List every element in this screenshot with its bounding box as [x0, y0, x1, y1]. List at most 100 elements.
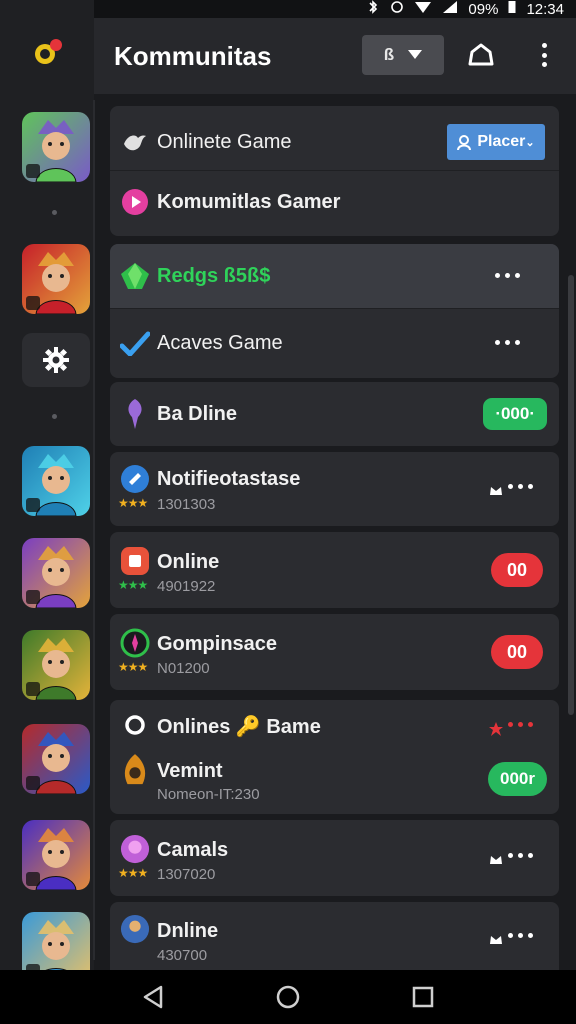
channel-label: Onlinete Game	[157, 130, 292, 153]
controller-icon	[120, 546, 150, 576]
game-avatar-7[interactable]	[22, 820, 90, 890]
notification-count-badge: 00	[491, 553, 543, 587]
channel-row-card[interactable]: Notifieotastase ★★★ 1301303	[110, 452, 559, 526]
crown-icon	[490, 487, 502, 495]
alarm-icon	[390, 0, 404, 18]
game-avatar-4[interactable]	[22, 538, 90, 608]
recents-button[interactable]	[408, 982, 438, 1012]
channel-row-card[interactable]: Dnline 430700	[110, 902, 559, 978]
star-icon	[489, 722, 503, 736]
signal-icon	[442, 0, 458, 18]
game-avatar-2[interactable]	[22, 244, 90, 314]
channel-row-card[interactable]: Camals ★★★ 1307020	[110, 820, 559, 896]
gear-icon	[43, 347, 69, 373]
game-avatar-3[interactable]	[22, 446, 90, 516]
channel-subtext: 4901922	[157, 578, 216, 595]
gem-icon	[120, 261, 150, 291]
rail-separator	[52, 414, 57, 419]
system-nav-bar	[0, 970, 576, 1024]
game-avatar-1[interactable]	[22, 112, 90, 182]
channel-row-online-game-2[interactable]: Onlines 🔑 Bame	[110, 700, 559, 750]
divider	[110, 170, 559, 171]
channel-row-community-gamer[interactable]: Komumitlas Gamer	[110, 172, 559, 232]
avatar-icon	[120, 914, 150, 944]
home-icon	[468, 43, 494, 66]
channel-label: Vemint	[157, 760, 223, 782]
channel-row-card[interactable]: Online ★★★ 4901922 00	[110, 532, 559, 608]
recents-square-icon	[412, 986, 434, 1008]
game-avatar-icon	[22, 630, 90, 700]
channel-row-achieves-game[interactable]: Acaves Game	[110, 310, 559, 376]
scrollbar[interactable]	[568, 275, 574, 715]
more-options-button[interactable]	[495, 273, 529, 279]
more-options-button[interactable]	[489, 853, 545, 864]
bubble-icon	[120, 834, 150, 864]
settings-button[interactable]	[22, 333, 90, 387]
more-options-button[interactable]	[495, 340, 529, 346]
channel-label: Komumitlas Gamer	[157, 190, 341, 213]
channel-subtext: 430700	[157, 947, 208, 964]
status-badge: ·000·	[483, 398, 547, 430]
bird-icon	[120, 127, 150, 157]
channel-label: Notifieotastase	[157, 468, 301, 490]
channel-row-card[interactable]: Gompinsace ★★★ N01200 00	[110, 614, 559, 690]
crown-icon	[490, 856, 502, 864]
home-button[interactable]	[466, 40, 496, 70]
divider	[110, 308, 559, 309]
compass-icon	[120, 628, 150, 658]
game-avatar-icon	[22, 244, 90, 314]
flame-helmet-icon	[120, 754, 150, 786]
overflow-menu-button[interactable]	[534, 40, 554, 70]
app-logo[interactable]	[32, 36, 64, 68]
channel-row-vemint[interactable]: Vemint Nomeon-IT:230 000r	[110, 750, 559, 812]
wifi-icon	[414, 0, 432, 18]
channel-label: Redgs ß5ß$	[157, 264, 271, 287]
more-options-button[interactable]	[489, 933, 545, 944]
channel-group-card: Onlines 🔑 Bame Vemint Nomeon-IT:230 000r	[110, 700, 559, 814]
player-button[interactable]: Placer ⌄	[447, 124, 545, 160]
channel-group-card: Onlinete Game Placer ⌄ Komumitlas Gamer	[110, 106, 559, 236]
back-triangle-icon	[143, 985, 163, 1009]
page-title: Kommunitas	[114, 40, 272, 71]
rating-stars: ★★★	[118, 866, 148, 880]
more-options-button[interactable]	[489, 484, 545, 495]
channel-label: Ba Dline	[157, 402, 238, 425]
rating-stars: ★★★	[118, 660, 148, 674]
notification-icon	[120, 464, 150, 494]
battery-percent: 09%	[468, 0, 499, 18]
channel-label: Gompinsace	[157, 633, 278, 655]
channel-subtext: 1301303	[157, 496, 216, 513]
rating-stars: ★★★	[118, 496, 148, 510]
bluetooth-icon	[366, 0, 380, 18]
channel-subtext: Nomeon-IT:230	[157, 786, 260, 803]
play-icon	[120, 187, 150, 217]
more-options-button[interactable]	[489, 722, 545, 736]
player-button-label: Placer	[477, 133, 526, 150]
game-avatar-icon	[22, 820, 90, 890]
view-selector-label: ß	[383, 45, 395, 64]
back-button[interactable]	[138, 982, 168, 1012]
home-nav-button[interactable]	[273, 982, 303, 1012]
channel-row-online-game[interactable]: Onlinete Game Placer ⌄	[110, 114, 559, 170]
rail-divider	[93, 100, 95, 960]
channel-label: Acaves Game	[157, 331, 283, 354]
battery-icon	[508, 0, 516, 18]
status-badge: 000r	[488, 762, 547, 796]
channel-subtext: 1307020	[157, 866, 216, 883]
game-avatar-icon	[22, 446, 90, 516]
channel-row-highlighted[interactable]: Redgs ß5ß$	[110, 244, 559, 308]
crown-icon	[490, 936, 502, 944]
channel-label: Online	[157, 551, 220, 573]
channel-group-card: Redgs ß5ß$ Acaves Game	[110, 244, 559, 378]
rating-stars: ★★★	[118, 578, 148, 592]
app-header: Kommunitas ß	[94, 18, 576, 94]
game-avatar-6[interactable]	[22, 724, 90, 794]
view-selector[interactable]: ß	[362, 35, 444, 75]
channel-row-card[interactable]: Ba Dline ·000·	[110, 382, 559, 446]
game-avatar-5[interactable]	[22, 630, 90, 700]
channel-label: Dnline	[157, 920, 219, 942]
channel-label: Onlines 🔑 Bame	[157, 716, 321, 738]
notification-count-badge: 00	[491, 635, 543, 669]
home-circle-icon	[276, 985, 300, 1009]
game-avatar-icon	[22, 724, 90, 794]
